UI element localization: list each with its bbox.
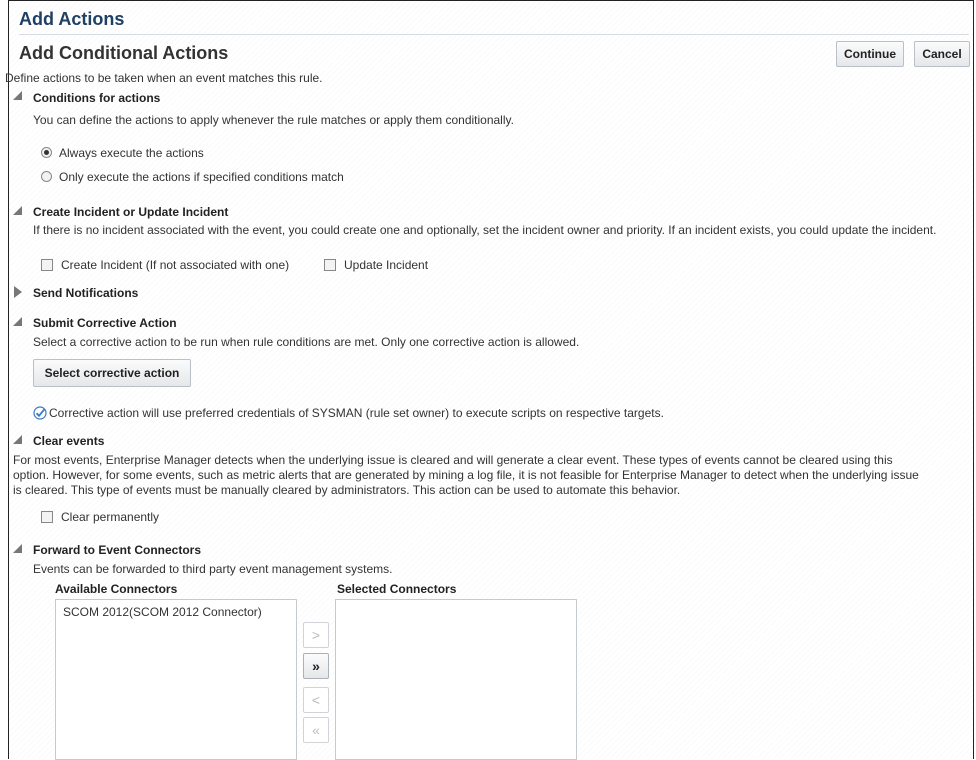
clear-description-line-2: option. However, for some events, such a… bbox=[13, 468, 919, 482]
radio-label-conditional[interactable]: Only execute the actions if specified co… bbox=[59, 170, 344, 184]
conditions-description: You can define the actions to apply when… bbox=[33, 113, 514, 127]
clear-permanently-checkbox[interactable] bbox=[41, 511, 53, 523]
cancel-button[interactable]: Cancel bbox=[914, 41, 970, 67]
section-title-incident[interactable]: Create Incident or Update Incident bbox=[33, 205, 228, 219]
list-item[interactable]: SCOM 2012(SCOM 2012 Connector) bbox=[63, 605, 262, 619]
page-frame: Add Actions Add Conditional Actions Cont… bbox=[5, 0, 974, 760]
incident-description: If there is no incident associated with … bbox=[33, 223, 937, 237]
collapse-triangle-icon[interactable] bbox=[13, 206, 22, 215]
collapse-triangle-icon[interactable] bbox=[13, 317, 22, 326]
forward-description: Events can be forwarded to third party e… bbox=[33, 562, 393, 576]
section-title-notifications[interactable]: Send Notifications bbox=[33, 286, 138, 300]
section-title-clear-events[interactable]: Clear events bbox=[33, 434, 104, 448]
header-divider bbox=[19, 34, 969, 35]
create-incident-label[interactable]: Create Incident (If not associated with … bbox=[61, 258, 289, 272]
expand-triangle-icon[interactable] bbox=[14, 286, 22, 298]
remove-all-button[interactable]: « bbox=[303, 717, 329, 743]
radio-conditional-execute[interactable] bbox=[41, 171, 52, 182]
collapse-triangle-icon[interactable] bbox=[13, 91, 22, 100]
collapse-triangle-icon[interactable] bbox=[13, 544, 22, 553]
page-header-title: Add Actions bbox=[19, 9, 125, 29]
select-corrective-action-button[interactable]: Select corrective action bbox=[33, 359, 191, 387]
clear-permanently-label[interactable]: Clear permanently bbox=[61, 510, 159, 524]
available-connectors-label: Available Connectors bbox=[55, 582, 178, 596]
page-description: Define actions to be taken when an event… bbox=[5, 71, 323, 85]
move-all-button[interactable]: » bbox=[303, 653, 329, 679]
section-title-conditions[interactable]: Conditions for actions bbox=[33, 91, 160, 105]
update-incident-checkbox[interactable] bbox=[324, 259, 336, 271]
selected-connectors-label: Selected Connectors bbox=[337, 582, 457, 596]
section-title-corrective[interactable]: Submit Corrective Action bbox=[33, 316, 177, 330]
section-title-forward[interactable]: Forward to Event Connectors bbox=[33, 543, 201, 557]
clear-description-line-3: is cleared. This type of events must be … bbox=[13, 483, 681, 497]
clear-description-line-1: For most events, Enterprise Manager dete… bbox=[13, 453, 893, 467]
collapse-triangle-icon[interactable] bbox=[13, 435, 22, 444]
corrective-description: Select a corrective action to be run whe… bbox=[33, 335, 580, 349]
available-connectors-list[interactable]: SCOM 2012(SCOM 2012 Connector) bbox=[55, 599, 297, 760]
checkmark-info-icon bbox=[33, 406, 47, 420]
selected-connectors-list[interactable] bbox=[335, 599, 577, 760]
continue-button[interactable]: Continue bbox=[836, 41, 904, 67]
radio-always-execute[interactable] bbox=[41, 147, 52, 158]
remove-button[interactable]: < bbox=[303, 687, 329, 713]
radio-label-always[interactable]: Always execute the actions bbox=[59, 146, 204, 160]
create-incident-checkbox[interactable] bbox=[41, 259, 53, 271]
update-incident-label[interactable]: Update Incident bbox=[344, 258, 428, 272]
corrective-info-text: Corrective action will use preferred cre… bbox=[49, 406, 664, 420]
page-title: Add Conditional Actions bbox=[19, 43, 229, 63]
move-button[interactable]: > bbox=[303, 622, 329, 648]
